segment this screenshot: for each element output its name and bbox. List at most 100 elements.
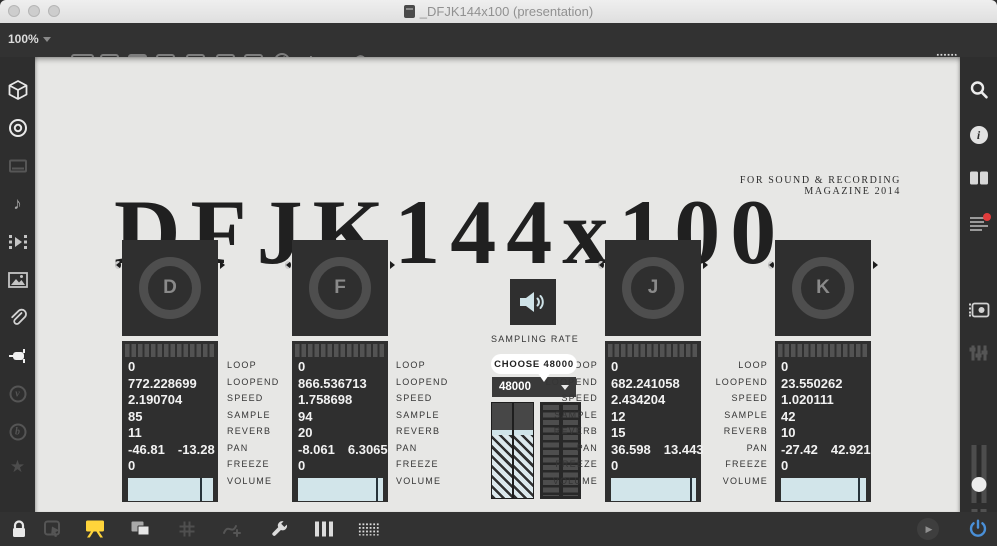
inspector-info-icon[interactable]: i <box>969 126 988 144</box>
notification-badge <box>982 213 991 221</box>
key-grid-icon[interactable] <box>358 522 380 536</box>
master-volume-knob[interactable] <box>971 477 986 492</box>
loopend-value[interactable]: 23.550262 <box>781 376 868 393</box>
freeze-value[interactable]: 0 <box>781 458 868 475</box>
volume-slider-handle[interactable] <box>857 477 860 501</box>
right-sidebar: i <box>960 57 997 546</box>
pan-values[interactable]: -46.81 -13.28 <box>128 442 215 459</box>
channel-strip: J 0 682.241058 2.434204 12 15 36.598 13.4… <box>598 240 708 502</box>
volume-slider[interactable] <box>611 477 696 501</box>
vignette-circle-v-icon[interactable]: v <box>9 385 26 403</box>
channel-dial[interactable]: J <box>622 257 684 319</box>
target-record-icon[interactable] <box>8 118 28 138</box>
audio-note-icon[interactable]: ♪ <box>13 194 22 214</box>
audio-output-button[interactable] <box>510 279 556 325</box>
reference-book-icon[interactable] <box>969 171 988 185</box>
channel-value-panel: 0 772.228699 2.190704 85 11 -46.81 -13.28… <box>122 341 218 502</box>
reverb-value[interactable]: 15 <box>611 425 698 442</box>
reverb-value[interactable]: 10 <box>781 425 868 442</box>
channel-dial[interactable]: D <box>139 257 201 319</box>
speed-value[interactable]: 1.020111 <box>781 392 868 409</box>
speaker-icon <box>520 292 544 312</box>
pan-values[interactable]: -8.061 6.3065 <box>298 442 388 459</box>
freeze-value[interactable]: 0 <box>298 458 385 475</box>
top-toolbar: 100% m × ▶ + <box>0 23 997 80</box>
select-arrow-icon[interactable] <box>44 520 62 538</box>
speed-value[interactable]: 2.434204 <box>611 392 698 409</box>
dial-tick-right-icon <box>703 261 708 269</box>
rate-dropdown-value: 48000 <box>499 381 531 393</box>
segment-bar[interactable] <box>295 344 385 357</box>
bottom-toolbar: ▶ <box>0 512 997 546</box>
search-icon[interactable] <box>969 80 989 100</box>
video-film-icon[interactable] <box>8 233 28 251</box>
image-picture-icon[interactable] <box>7 272 28 288</box>
grid-icon[interactable] <box>179 521 195 537</box>
snapshot-camera-icon[interactable] <box>968 302 989 319</box>
pan-values[interactable]: -27.42 42.921 <box>781 442 871 459</box>
volume-slider[interactable] <box>298 477 383 501</box>
choose-rate-message[interactable]: CHOOSE 48000 <box>491 354 577 374</box>
panel-dim-icon[interactable] <box>8 159 27 173</box>
master-volume-track[interactable] <box>971 445 986 503</box>
loop-value[interactable]: 0 <box>611 359 698 376</box>
layers-icon[interactable] <box>131 521 151 537</box>
mixer-bars-icon[interactable] <box>315 521 333 537</box>
dial-tick-left-icon <box>285 261 291 269</box>
volume-slider[interactable] <box>781 477 866 501</box>
volume-slider-handle[interactable] <box>690 477 693 501</box>
wrench-icon[interactable] <box>271 520 289 538</box>
channel-dial-panel: F <box>285 240 395 336</box>
mixer-faders-icon[interactable] <box>969 345 988 361</box>
attachment-clip-icon[interactable] <box>8 308 28 328</box>
segment-bar[interactable] <box>778 344 868 357</box>
speed-value[interactable]: 2.190704 <box>128 392 215 409</box>
presentation-easel-icon[interactable] <box>84 520 106 539</box>
channel-dial[interactable]: F <box>309 257 371 319</box>
package-cube-icon[interactable] <box>8 80 27 100</box>
loop-value[interactable]: 0 <box>298 359 385 376</box>
reverb-value[interactable]: 20 <box>298 425 385 442</box>
loop-value[interactable]: 0 <box>128 359 215 376</box>
param-labels: LOOP LOOPEND SPEED SAMPLE REVERB PAN FREEZE VOL… <box>227 360 280 486</box>
channel-letter: F <box>334 277 346 298</box>
sample-value[interactable]: 94 <box>298 409 385 426</box>
lock-icon[interactable] <box>12 520 27 538</box>
patcher-canvas: DFJK144x100 FOR SOUND & RECORDING MAGAZI… <box>35 57 960 512</box>
param-labels: LOOP LOOPEND SPEED SAMPLE REVERB PAN FREEZE VOL… <box>715 360 768 486</box>
volume-slider[interactable] <box>128 477 213 501</box>
patch-cords-icon[interactable] <box>222 520 242 538</box>
segment-bar[interactable] <box>608 344 698 357</box>
favorites-star-icon[interactable]: ★ <box>10 457 25 477</box>
reverb-value[interactable]: 11 <box>128 425 215 442</box>
beap-circle-b-icon[interactable]: b <box>9 423 26 441</box>
freeze-value[interactable]: 0 <box>611 458 698 475</box>
channel-dial[interactable]: K <box>792 257 854 319</box>
loopend-value[interactable]: 772.228699 <box>128 376 215 393</box>
sample-value[interactable]: 42 <box>781 409 868 426</box>
audio-play-button[interactable]: ▶ <box>917 518 939 540</box>
pan-values[interactable]: 36.598 13.443 <box>611 442 704 459</box>
channel-letter: K <box>816 277 830 298</box>
loopend-value[interactable]: 866.536713 <box>298 376 385 393</box>
channel-value-panel: 0 866.536713 1.758698 94 20 -8.061 6.3065… <box>292 341 388 502</box>
freeze-value[interactable]: 0 <box>128 458 215 475</box>
channel-letter: J <box>647 277 659 298</box>
audio-power-button[interactable] <box>967 518 989 540</box>
volume-slider-handle[interactable] <box>200 477 203 501</box>
segment-bar[interactable] <box>125 344 215 357</box>
dial-tick-right-icon <box>220 261 225 269</box>
loopend-value[interactable]: 682.241058 <box>611 376 698 393</box>
volume-slider-handle[interactable] <box>376 477 379 501</box>
sample-value[interactable]: 12 <box>611 409 698 426</box>
bubble-tail <box>537 372 551 382</box>
plug-icon[interactable] <box>8 347 28 365</box>
multislider-display[interactable] <box>491 402 534 499</box>
channel-dial-panel: K <box>768 240 878 336</box>
loop-value[interactable]: 0 <box>781 359 868 376</box>
zoom-level-control[interactable]: 100% <box>8 32 51 46</box>
sample-value[interactable]: 85 <box>128 409 215 426</box>
speed-value[interactable]: 1.758698 <box>298 392 385 409</box>
console-list-icon[interactable] <box>969 213 991 231</box>
channel-dial-panel: J <box>598 240 708 336</box>
